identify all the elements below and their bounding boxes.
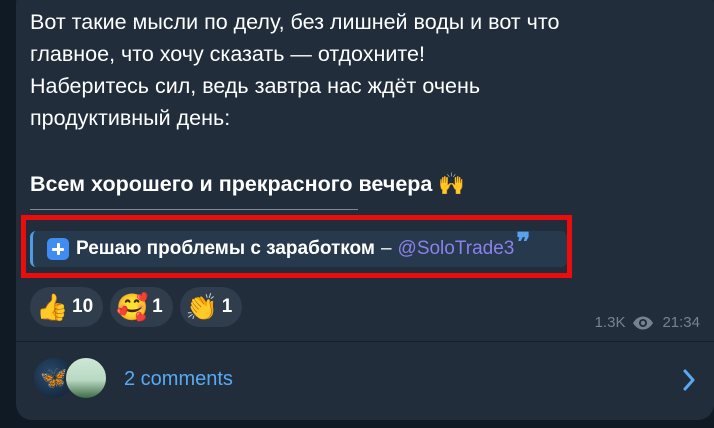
message-time: 21:34 <box>662 314 700 331</box>
message-text: Вот такие мысли по делу, без лишней воды… <box>30 10 560 130</box>
reaction-clapping[interactable]: 👏 1 <box>179 287 243 327</box>
text-divider <box>30 209 358 210</box>
chevron-right-icon <box>683 369 695 391</box>
avatar <box>64 356 108 400</box>
message-bold-line: Всем хорошего и прекрасного вечера 🙌 <box>30 168 465 200</box>
reaction-thumbs-up[interactable]: 👍 10 <box>30 287 104 327</box>
reaction-smiling-hearts[interactable]: 🥰 1 <box>110 287 173 327</box>
raising-hands-emoji: 🙌 <box>438 172 466 196</box>
eye-icon <box>633 316 654 329</box>
thumbs-up-icon: 👍 <box>36 292 69 322</box>
smiling-face-hearts-icon: 🥰 <box>116 292 149 322</box>
reaction-count: 1 <box>221 296 233 317</box>
message-meta: 1.3K 21:34 <box>595 314 700 331</box>
reaction-count: 1 <box>152 296 163 317</box>
comments-button[interactable]: 🦋 2 comments <box>16 342 714 422</box>
comments-label: 2 comments <box>124 368 233 390</box>
reaction-count: 10 <box>72 296 94 317</box>
highlight-box <box>21 215 572 278</box>
clapping-hands-icon: 👏 <box>185 292 219 322</box>
reactions-bar: 👍 10 🥰 1 👏 1 <box>30 287 243 327</box>
views-count: 1.3K <box>594 314 626 331</box>
bold-line-text: Всем хорошего и прекрасного вечера <box>30 172 433 196</box>
